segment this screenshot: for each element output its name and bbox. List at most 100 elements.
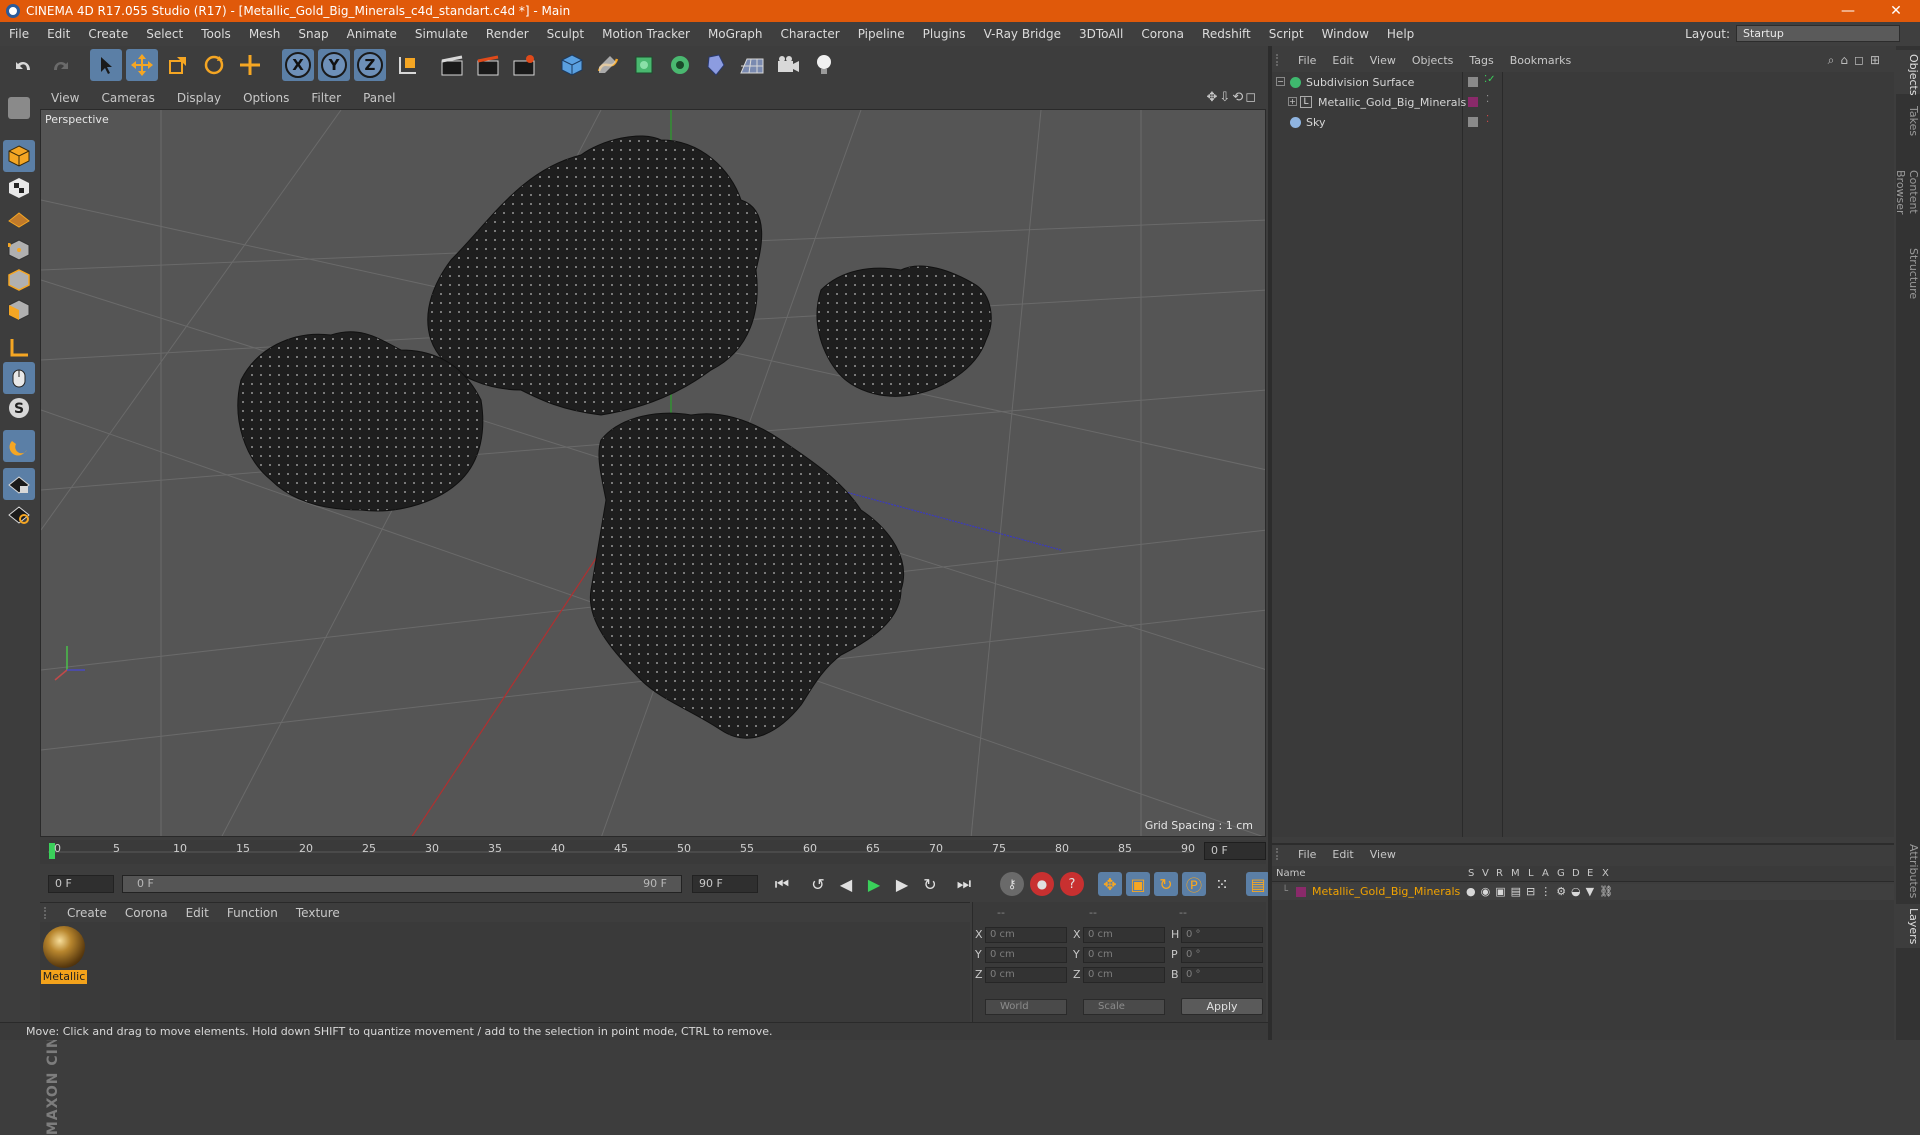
rot-b-field[interactable]: 0 °: [1181, 967, 1263, 983]
go-to-start-button[interactable]: ⏮: [770, 872, 794, 896]
next-frame-button[interactable]: ▶: [890, 872, 914, 896]
z-axis-lock-button[interactable]: Z: [354, 49, 386, 81]
key-parameter-button[interactable]: Ⓟ: [1182, 872, 1206, 896]
add-mograph-button[interactable]: [664, 49, 696, 81]
layout-dropdown[interactable]: Startup: [1736, 25, 1900, 42]
object-row-metallic-gold-big-minerals[interactable]: + L Metallic_Gold_Big_Minerals ⁚: [1272, 94, 1894, 112]
layer-color-swatch[interactable]: [1468, 97, 1478, 107]
tab-attributes[interactable]: Attributes: [1896, 840, 1920, 900]
mineral-rock-4[interactable]: [589, 412, 905, 739]
start-frame-field[interactable]: 0 F: [48, 875, 114, 893]
add-light-button[interactable]: [808, 49, 840, 81]
material-name-metallic[interactable]: Metallic: [41, 970, 87, 984]
menu-create[interactable]: Create: [79, 27, 137, 41]
mineral-rock-1[interactable]: [427, 135, 763, 416]
coordinate-system-button[interactable]: [392, 49, 424, 81]
expand-toggle[interactable]: +: [1288, 97, 1297, 106]
menu-sculpt[interactable]: Sculpt: [538, 27, 593, 41]
timeline-ruler[interactable]: 0 5 10 15 20 25 30 35 40 45 50 55 60 65 …: [40, 840, 1266, 864]
material-preview-metallic[interactable]: [43, 926, 85, 968]
key-pla-button[interactable]: ⁙: [1210, 872, 1234, 896]
object-menu-tags[interactable]: Tags: [1461, 54, 1501, 67]
coordinate-space-dropdown[interactable]: World: [985, 999, 1067, 1015]
workplane-rotate-button[interactable]: [3, 498, 35, 530]
menu-window[interactable]: Window: [1313, 27, 1378, 41]
add-cube-button[interactable]: [556, 49, 588, 81]
perspective-viewport[interactable]: Perspective Grid Spacing : 1 cm: [40, 109, 1266, 837]
object-menu-file[interactable]: File: [1290, 54, 1324, 67]
viewport-menu-view[interactable]: View: [40, 91, 90, 105]
magnet-button[interactable]: [3, 430, 35, 462]
size-z-field[interactable]: 0 cm: [1083, 967, 1165, 983]
layer-color-swatch[interactable]: [1296, 887, 1306, 897]
material-menu-texture[interactable]: Texture: [287, 906, 349, 920]
go-to-end-button[interactable]: ⏭: [952, 872, 976, 896]
object-row-sky[interactable]: Sky ⁚: [1272, 114, 1894, 132]
object-name[interactable]: Metallic_Gold_Big_Minerals: [1318, 96, 1466, 109]
layer-menu-edit[interactable]: Edit: [1324, 848, 1361, 861]
tab-content-browser[interactable]: Content Browser: [1894, 144, 1920, 240]
viewport-scene[interactable]: [41, 110, 1266, 837]
panel-grip[interactable]: [1276, 54, 1286, 66]
material-menu-edit[interactable]: Edit: [177, 906, 218, 920]
panel-grip[interactable]: [44, 906, 54, 919]
viewport-menu-options[interactable]: Options: [232, 91, 300, 105]
menu-animate[interactable]: Animate: [338, 27, 406, 41]
tab-takes[interactable]: Takes: [1896, 102, 1920, 140]
render-picture-viewer-button[interactable]: [472, 49, 504, 81]
viewport-navigation-icons[interactable]: ✥⇩⟲◻: [1207, 90, 1258, 105]
layer-menu-file[interactable]: File: [1290, 848, 1324, 861]
y-axis-lock-button[interactable]: Y: [318, 49, 350, 81]
menu-file[interactable]: File: [0, 27, 38, 41]
add-deformer-button[interactable]: [700, 49, 732, 81]
material-menu-create[interactable]: Create: [58, 906, 116, 920]
menu-edit[interactable]: Edit: [38, 27, 79, 41]
layer-menu-view[interactable]: View: [1362, 848, 1404, 861]
next-key-button[interactable]: ↻: [918, 872, 942, 896]
layer-name[interactable]: Metallic_Gold_Big_Minerals: [1312, 885, 1460, 898]
column-view[interactable]: V: [1482, 868, 1489, 879]
tweak-mode-button[interactable]: [3, 362, 35, 394]
key-scale-button[interactable]: ▣: [1126, 872, 1150, 896]
visibility-dots-icon[interactable]: ⁚✓: [1484, 74, 1496, 85]
column-deformers[interactable]: D: [1572, 868, 1580, 879]
render-settings-button[interactable]: [508, 49, 540, 81]
keyframe-selection-button[interactable]: ?: [1060, 872, 1084, 896]
column-xref[interactable]: X: [1602, 868, 1609, 879]
object-menu-view[interactable]: View: [1362, 54, 1404, 67]
range-slider[interactable]: 0 F 90 F: [122, 875, 682, 893]
enable-axis-button[interactable]: [3, 332, 35, 364]
move-tool-button[interactable]: [126, 49, 158, 81]
viewport-menu-display[interactable]: Display: [166, 91, 232, 105]
close-button[interactable]: ✕: [1873, 0, 1919, 22]
texture-mode-button[interactable]: [3, 172, 35, 204]
menu-render[interactable]: Render: [477, 27, 538, 41]
menu-snap[interactable]: Snap: [289, 27, 337, 41]
menu-help[interactable]: Help: [1378, 27, 1423, 41]
key-position-button[interactable]: ✥: [1098, 872, 1122, 896]
object-menu-edit[interactable]: Edit: [1324, 54, 1361, 67]
menu-character[interactable]: Character: [771, 27, 848, 41]
end-frame-field[interactable]: 90 F: [692, 875, 758, 893]
menu-corona[interactable]: Corona: [1132, 27, 1193, 41]
previous-frame-button[interactable]: ◀: [834, 872, 858, 896]
column-animation[interactable]: A: [1542, 868, 1549, 879]
current-frame-field[interactable]: 0 F: [1204, 842, 1266, 860]
material-menu-function[interactable]: Function: [218, 906, 287, 920]
pos-y-field[interactable]: 0 cm: [985, 947, 1067, 963]
column-manager[interactable]: M: [1511, 868, 1520, 879]
menu-vray-bridge[interactable]: V-Ray Bridge: [975, 27, 1070, 41]
pos-z-field[interactable]: 0 cm: [985, 967, 1067, 983]
tab-objects[interactable]: Objects: [1896, 50, 1920, 96]
layer-row[interactable]: └ Metallic_Gold_Big_Minerals ●◉▣▤⊟⋮⚙◒▼⛓: [1272, 884, 1894, 900]
model-mode-button[interactable]: [3, 140, 35, 172]
column-render[interactable]: R: [1496, 868, 1503, 879]
transform-tool-button[interactable]: [234, 49, 266, 81]
points-mode-button[interactable]: [3, 234, 35, 266]
rotate-tool-button[interactable]: [198, 49, 230, 81]
panel-grip[interactable]: [1276, 848, 1286, 860]
undo-button[interactable]: [8, 49, 40, 81]
render-view-button[interactable]: [436, 49, 468, 81]
lock-workplane-button[interactable]: [3, 468, 35, 500]
column-locked[interactable]: L: [1528, 868, 1534, 879]
